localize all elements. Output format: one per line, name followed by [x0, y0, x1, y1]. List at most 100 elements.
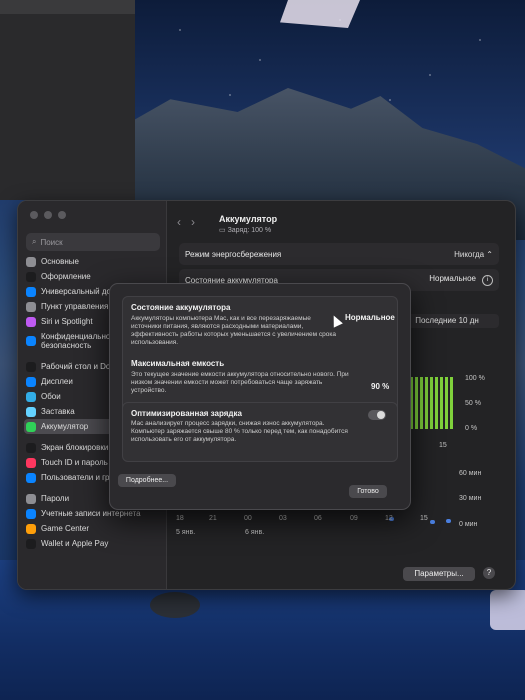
- options-button[interactable]: Параметры...: [403, 567, 475, 581]
- settings-category-icon: [26, 316, 36, 327]
- settings-category-icon: [26, 256, 36, 267]
- settings-category-icon: [26, 391, 36, 402]
- light-reflection: [490, 590, 525, 630]
- sidebar-item[interactable]: Оформление: [24, 269, 162, 284]
- charge-bar: [440, 377, 443, 429]
- sidebar-item-label: Экран блокировки: [41, 443, 109, 452]
- optimized-charging-toggle[interactable]: [368, 410, 386, 420]
- settings-category-icon: [26, 508, 36, 519]
- capacity-value: 90 %: [371, 382, 390, 391]
- x-tick-label: 00: [244, 515, 252, 522]
- usage-bar: [430, 520, 435, 524]
- x-tick-label: 18: [176, 515, 184, 522]
- charge-bar: [445, 377, 448, 429]
- x-tick-label: 21: [209, 515, 217, 522]
- settings-category-icon: [26, 406, 36, 417]
- x-tick-label: 09: [350, 515, 358, 522]
- sidebar-item-label: Пароли: [41, 494, 70, 503]
- help-button[interactable]: ?: [483, 567, 495, 579]
- minimize-window-button[interactable]: [44, 211, 52, 219]
- state-description: Аккумуляторы компьютера Mac, как и все п…: [131, 315, 337, 346]
- zoom-window-button[interactable]: [58, 211, 66, 219]
- sidebar-item-label: Основные: [41, 257, 79, 266]
- usage-bar: [446, 519, 451, 523]
- sidebar-item-label: Пункт управления: [41, 302, 109, 311]
- battery-state-value: Нормальное i: [429, 274, 493, 286]
- x-tick-label: 03: [279, 515, 287, 522]
- settings-category-icon: [26, 336, 36, 346]
- settings-category-icon: [26, 301, 36, 312]
- charge-bar: [425, 377, 428, 429]
- x-sub-label: 5 янв.: [176, 529, 196, 536]
- sidebar-item-label: Рабочий стол и Dock: [41, 362, 119, 371]
- search-icon: ⌕: [32, 237, 37, 246]
- sidebar-item-label: Wallet и Apple Pay: [41, 539, 109, 548]
- settings-category-icon: [26, 421, 36, 432]
- level-tick-0: 0 %: [465, 425, 478, 432]
- sidebar-item[interactable]: Wallet и Apple Pay: [24, 536, 162, 551]
- settings-category-icon: [26, 376, 36, 387]
- settings-category-icon: [26, 361, 36, 372]
- sidebar-item-label: Аккумулятор: [41, 422, 89, 431]
- background-window-titlebar: [0, 0, 135, 14]
- x-tick-label: 06: [314, 515, 322, 522]
- optimized-title: Оптимизированная зарядка: [131, 409, 242, 418]
- time-tick-0: 0 мин: [459, 521, 478, 528]
- sidebar-search-input[interactable]: ⌕ Поиск: [26, 233, 160, 251]
- settings-category-icon: [26, 493, 36, 504]
- x-tick-label: 12: [385, 515, 393, 522]
- level-tick-100: 100 %: [465, 375, 485, 382]
- sidebar-item-label: Заставка: [41, 407, 75, 416]
- upper-x-label: 15: [439, 442, 447, 449]
- forward-arrow-icon[interactable]: ›: [191, 215, 195, 229]
- sidebar-item[interactable]: Основные: [24, 254, 162, 269]
- energy-mode-label: Режим энергосбережения: [185, 249, 282, 259]
- more-info-button[interactable]: Подробнее...: [118, 474, 176, 487]
- charge-bar: [430, 377, 433, 429]
- x-tick-label: 15: [420, 515, 428, 522]
- info-icon[interactable]: i: [482, 275, 493, 286]
- state-value: Нормальное: [345, 313, 395, 322]
- navigation-arrows: ‹ ›: [177, 215, 195, 229]
- energy-mode-row: Режим энергосбережения Никогда ⌃: [179, 243, 499, 265]
- sidebar-item-label: Дисплеи: [41, 377, 73, 386]
- sidebar-item[interactable]: Game Center: [24, 521, 162, 536]
- optimized-description: Мас анализирует процесс зарядки, снижая …: [131, 420, 348, 443]
- rock-image: [150, 592, 200, 618]
- capacity-description: Это текущее значение емкости аккумулятор…: [131, 371, 349, 394]
- settings-category-icon: [26, 538, 36, 549]
- settings-category-icon: [26, 457, 36, 468]
- page-title: Аккумулятор: [219, 214, 278, 224]
- sidebar-item-label: Обои: [41, 392, 61, 401]
- settings-category-icon: [26, 286, 36, 297]
- level-tick-50: 50 %: [465, 400, 481, 407]
- sidebar-item-label: Touch ID и пароль: [41, 458, 108, 467]
- battery-charge-status: ▭ Заряд: 100 %: [219, 227, 272, 234]
- x-sub-label: 6 янв.: [245, 529, 265, 536]
- capacity-title: Максимальная емкость: [131, 359, 225, 368]
- optimized-charging-box: Оптимизированная зарядка Мас анализирует…: [122, 402, 398, 462]
- charge-bar: [435, 377, 438, 429]
- charge-bar: [450, 377, 453, 429]
- settings-category-icon: [26, 472, 36, 483]
- time-tick-60: 60 мин: [459, 470, 482, 477]
- battery-state-dialog: Состояние аккумулятора Нормальное Аккуму…: [109, 283, 411, 510]
- settings-category-icon: [26, 523, 36, 534]
- traffic-lights: [30, 211, 66, 219]
- background-window: [0, 0, 135, 200]
- sidebar-item-label: Учетные записи интернета: [41, 509, 141, 518]
- charge-bar: [420, 377, 423, 429]
- charge-bar: [415, 377, 418, 429]
- search-placeholder: Поиск: [40, 237, 63, 247]
- settings-category-icon: [26, 442, 36, 453]
- settings-category-icon: [26, 271, 36, 282]
- done-button[interactable]: Готово: [349, 485, 387, 498]
- state-title: Состояние аккумулятора: [131, 303, 231, 312]
- sidebar-item-label: Game Center: [41, 524, 90, 533]
- energy-mode-popup[interactable]: Никогда ⌃: [454, 250, 493, 259]
- back-arrow-icon[interactable]: ‹: [177, 215, 181, 229]
- sidebar-item-label: Оформление: [41, 272, 91, 281]
- close-window-button[interactable]: [30, 211, 38, 219]
- sidebar-item-label: Siri и Spotlight: [41, 317, 93, 326]
- time-tick-30: 30 мин: [459, 495, 482, 502]
